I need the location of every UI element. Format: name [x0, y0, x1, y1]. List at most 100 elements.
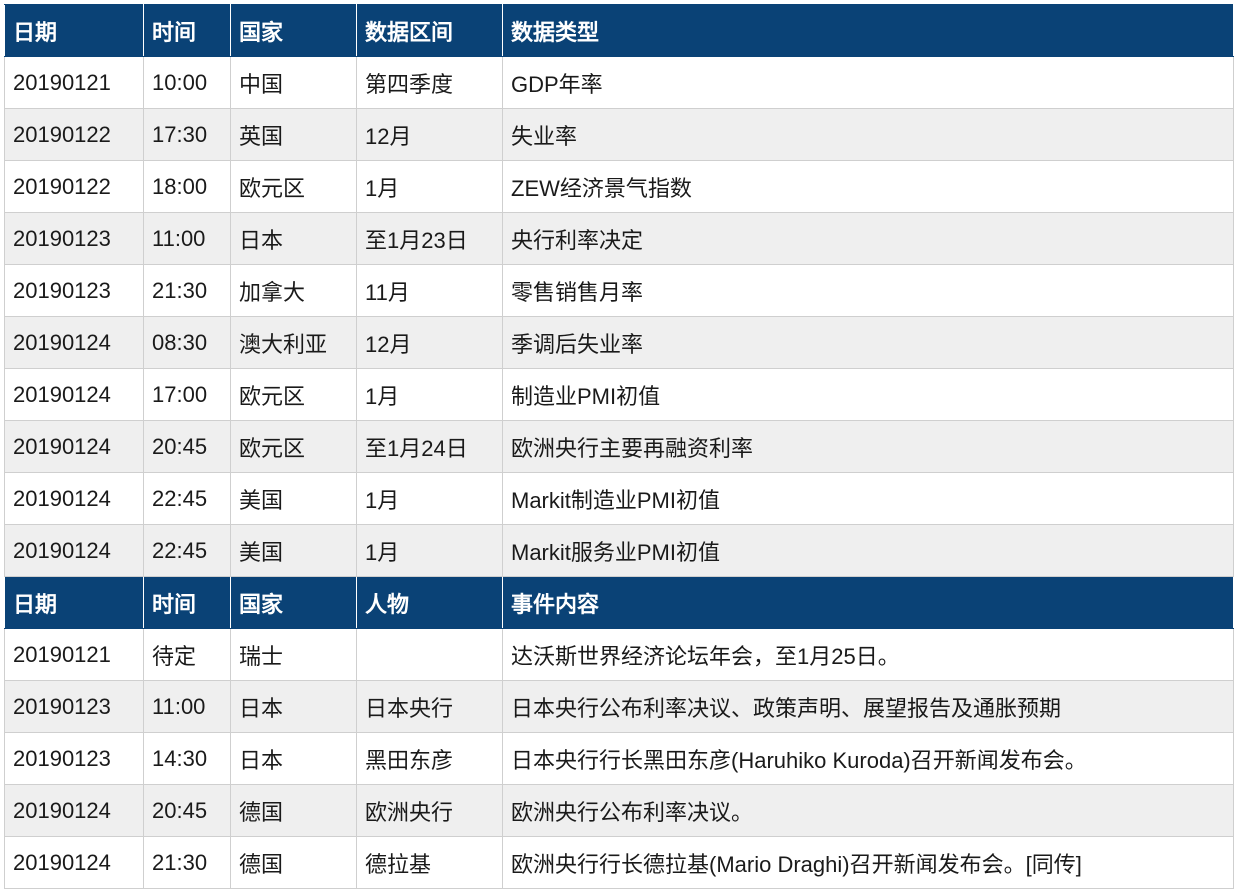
economic-cell-time: 17:00: [143, 368, 231, 421]
event-row: 20190121 待定 瑞士 达沃斯世界经济论坛年会，至1月25日。: [4, 628, 1234, 681]
economic-cell-c4: 12月: [356, 316, 503, 369]
economic-cell-country: 澳大利亚: [230, 316, 357, 369]
event-cell-c4: 德拉基: [356, 836, 503, 889]
event-cell-time: 待定: [143, 628, 231, 681]
event-cell-date: 20190123: [4, 680, 144, 733]
event-header-date: 日期: [4, 576, 144, 629]
event-header-c5: 事件内容: [502, 576, 1234, 629]
economic-cell-c4: 1月: [356, 472, 503, 525]
economic-cell-c5: Markit服务业PMI初值: [502, 524, 1234, 577]
event-cell-c4: 日本央行: [356, 680, 503, 733]
economic-cell-country: 日本: [230, 212, 357, 265]
economic-cell-time: 17:30: [143, 108, 231, 161]
economic-cell-date: 20190124: [4, 472, 144, 525]
economic-cell-country: 中国: [230, 56, 357, 109]
economic-header-country: 国家: [230, 4, 357, 57]
economic-cell-c5: 零售销售月率: [502, 264, 1234, 317]
economic-cell-time: 22:45: [143, 524, 231, 577]
event-cell-c5: 欧洲央行公布利率决议。: [502, 784, 1234, 837]
economic-cell-date: 20190122: [4, 160, 144, 213]
economic-cell-time: 22:45: [143, 472, 231, 525]
economic-row: 20190123 11:00 日本 至1月23日 央行利率决定: [4, 212, 1234, 265]
event-cell-c4: 黑田东彦: [356, 732, 503, 785]
economic-header-c5: 数据类型: [502, 4, 1234, 57]
event-cell-country: 瑞士: [230, 628, 357, 681]
event-header-c4: 人物: [356, 576, 503, 629]
event-cell-country: 德国: [230, 784, 357, 837]
economic-cell-date: 20190123: [4, 264, 144, 317]
economic-cell-date: 20190124: [4, 368, 144, 421]
economic-cell-country: 欧元区: [230, 160, 357, 213]
economic-cell-c4: 1月: [356, 524, 503, 577]
economic-cell-c4: 1月: [356, 368, 503, 421]
economic-row: 20190124 20:45 欧元区 至1月24日 欧洲央行主要再融资利率: [4, 420, 1234, 473]
economic-cell-c4: 11月: [356, 264, 503, 317]
event-cell-time: 20:45: [143, 784, 231, 837]
economic-cell-c4: 第四季度: [356, 56, 503, 109]
event-header-time: 时间: [143, 576, 231, 629]
economic-cell-country: 英国: [230, 108, 357, 161]
economic-cell-c4: 12月: [356, 108, 503, 161]
calendar-body: 日期 时间 国家 数据区间 数据类型 20190121 10:00 中国 第四季度 GDP年率 20…: [4, 4, 1234, 889]
economic-cell-c5: ZEW经济景气指数: [502, 160, 1234, 213]
economic-cell-date: 20190124: [4, 420, 144, 473]
event-cell-c5: 达沃斯世界经济论坛年会，至1月25日。: [502, 628, 1234, 681]
economic-cell-c4: 1月: [356, 160, 503, 213]
economic-row: 20190124 22:45 美国 1月 Markit服务业PMI初值: [4, 524, 1234, 577]
economic-header-c4: 数据区间: [356, 4, 503, 57]
event-cell-c4: 欧洲央行: [356, 784, 503, 837]
economic-cell-date: 20190124: [4, 316, 144, 369]
economic-cell-c5: 失业率: [502, 108, 1234, 161]
economic-cell-time: 10:00: [143, 56, 231, 109]
calendar-table: 日期 时间 国家 数据区间 数据类型 20190121 10:00 中国 第四季度 GDP年率 20…: [4, 4, 1234, 889]
economic-cell-c5: 制造业PMI初值: [502, 368, 1234, 421]
economic-cell-c5: 欧洲央行主要再融资利率: [502, 420, 1234, 473]
event-cell-country: 日本: [230, 680, 357, 733]
economic-row: 20190124 08:30 澳大利亚 12月 季调后失业率: [4, 316, 1234, 369]
economic-row: 20190124 17:00 欧元区 1月 制造业PMI初值: [4, 368, 1234, 421]
economic-cell-country: 加拿大: [230, 264, 357, 317]
event-cell-country: 德国: [230, 836, 357, 889]
economic-cell-time: 08:30: [143, 316, 231, 369]
economic-cell-date: 20190124: [4, 524, 144, 577]
event-cell-c5: 日本央行行长黑田东彦(Haruhiko Kuroda)召开新闻发布会。: [502, 732, 1234, 785]
economic-cell-country: 欧元区: [230, 420, 357, 473]
economic-cell-c5: 央行利率决定: [502, 212, 1234, 265]
economic-cell-c5: 季调后失业率: [502, 316, 1234, 369]
event-row: 20190123 11:00 日本 日本央行 日本央行公布利率决议、政策声明、展望报告及…: [4, 680, 1234, 733]
economic-row: 20190121 10:00 中国 第四季度 GDP年率: [4, 56, 1234, 109]
economic-row: 20190122 18:00 欧元区 1月 ZEW经济景气指数: [4, 160, 1234, 213]
event-row: 20190123 14:30 日本 黑田东彦 日本央行行长黑田东彦(Haruhiko K…: [4, 732, 1234, 785]
economic-cell-country: 欧元区: [230, 368, 357, 421]
event-cell-c4: [356, 628, 503, 681]
event-cell-time: 11:00: [143, 680, 231, 733]
economic-cell-time: 21:30: [143, 264, 231, 317]
event-cell-time: 21:30: [143, 836, 231, 889]
economic-header-date: 日期: [4, 4, 144, 57]
economic-cell-c4: 至1月24日: [356, 420, 503, 473]
economic-cell-c5: Markit制造业PMI初值: [502, 472, 1234, 525]
economic-cell-country: 美国: [230, 472, 357, 525]
economic-cell-time: 11:00: [143, 212, 231, 265]
event-cell-date: 20190123: [4, 732, 144, 785]
event-cell-c5: 日本央行公布利率决议、政策声明、展望报告及通胀预期: [502, 680, 1234, 733]
event-cell-date: 20190124: [4, 836, 144, 889]
event-row: 20190124 21:30 德国 德拉基 欧洲央行行长德拉基(Mario Draghi…: [4, 836, 1234, 889]
economic-row: 20190123 21:30 加拿大 11月 零售销售月率: [4, 264, 1234, 317]
calendar-container: 日期 时间 国家 数据区间 数据类型 20190121 10:00 中国 第四季度 GDP年率 20…: [4, 4, 1234, 889]
event-cell-country: 日本: [230, 732, 357, 785]
event-cell-time: 14:30: [143, 732, 231, 785]
economic-header-time: 时间: [143, 4, 231, 57]
event-header-row: 日期 时间 国家 人物 事件内容: [4, 576, 1234, 629]
event-cell-date: 20190121: [4, 628, 144, 681]
economic-cell-c4: 至1月23日: [356, 212, 503, 265]
event-cell-date: 20190124: [4, 784, 144, 837]
event-header-country: 国家: [230, 576, 357, 629]
economic-cell-time: 18:00: [143, 160, 231, 213]
event-row: 20190124 20:45 德国 欧洲央行 欧洲央行公布利率决议。: [4, 784, 1234, 837]
economic-header-row: 日期 时间 国家 数据区间 数据类型: [4, 4, 1234, 57]
economic-cell-date: 20190122: [4, 108, 144, 161]
economic-row: 20190124 22:45 美国 1月 Markit制造业PMI初值: [4, 472, 1234, 525]
economic-cell-date: 20190123: [4, 212, 144, 265]
economic-cell-date: 20190121: [4, 56, 144, 109]
